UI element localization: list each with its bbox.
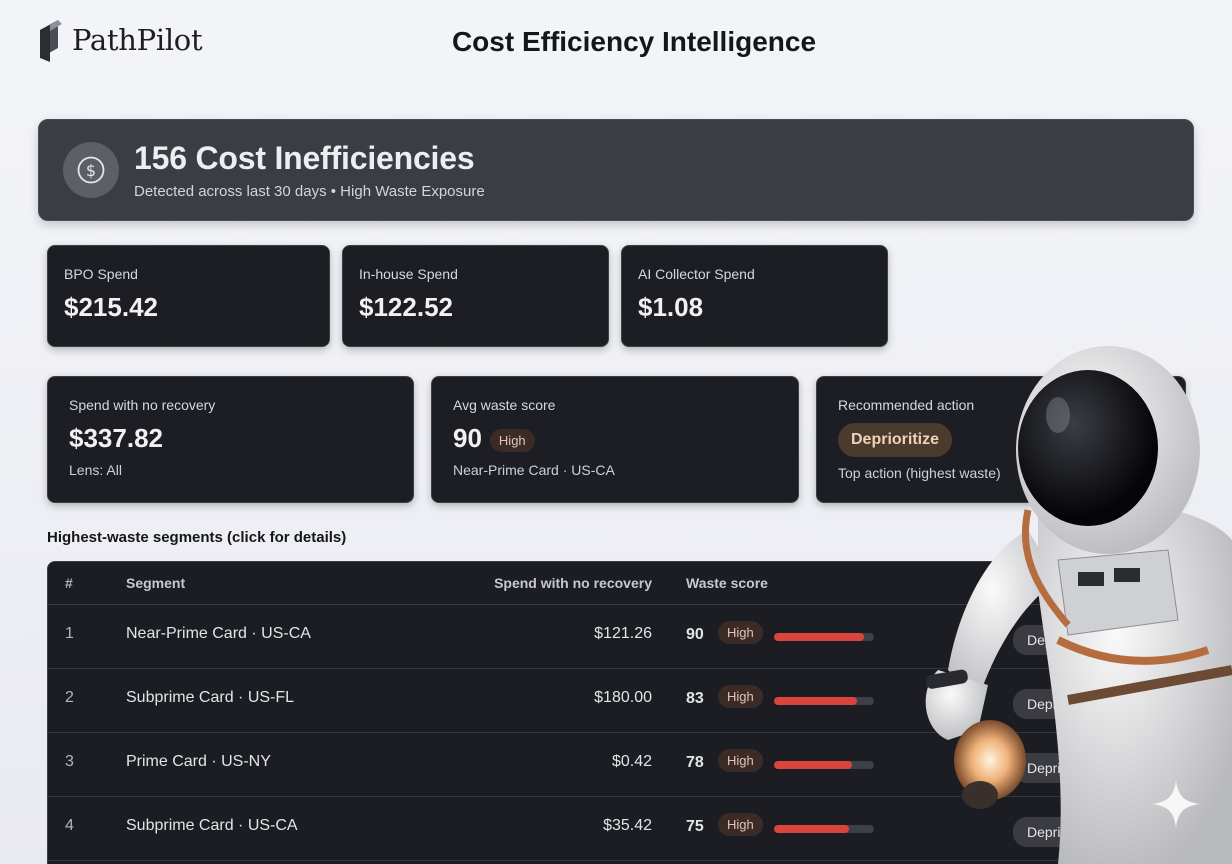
bpo-spend-card[interactable]: BPO Spend $215.42 [47, 245, 330, 347]
sparkle-icon [1152, 780, 1200, 828]
col-header-num[interactable]: # [65, 575, 73, 591]
ai-collector-spend-card[interactable]: AI Collector Spend $1.08 [621, 245, 888, 347]
card-label: Spend with no recovery [69, 397, 216, 413]
row-number: 2 [65, 689, 74, 706]
status-badge: High [718, 621, 763, 644]
waste-score-row: 90 High [453, 423, 777, 454]
waste-score-bar [774, 761, 874, 769]
card-value: $1.08 [638, 292, 704, 322]
lens-label: Lens: All [69, 462, 122, 478]
waste-score-card[interactable]: Avg waste score 90 High Near-Prime Card ·… [431, 376, 799, 503]
dollar-circle-icon: $ [63, 142, 119, 198]
segment-name: Prime Card · US-NY [126, 753, 271, 770]
waste-score-bar-fill [774, 633, 864, 641]
col-header-spend[interactable]: Spend with no recovery [494, 575, 652, 591]
col-header-segment[interactable]: Segment [126, 575, 185, 591]
svg-text:$: $ [86, 161, 96, 180]
col-header-waste-score[interactable]: Waste score [686, 575, 768, 591]
waste-score-bar-fill [774, 761, 852, 769]
waste-score: 78 [686, 754, 704, 771]
inhouse-spend-card[interactable]: In-house Spend $122.52 [342, 245, 609, 347]
segment-name: Subprime Card · US-FL [126, 689, 295, 706]
spend-value: $35.42 [603, 817, 652, 834]
card-value: 90 [453, 423, 482, 453]
waste-score-bar [774, 697, 874, 705]
waste-score-bar-fill [774, 825, 849, 833]
spend-value: $121.26 [594, 625, 652, 642]
card-label: Avg waste score [453, 397, 556, 413]
card-label: BPO Spend [64, 266, 138, 282]
card-label: In-house Spend [359, 266, 458, 282]
segment-name: Near-Prime Card · US-CA [126, 625, 311, 642]
waste-score: 75 [686, 818, 704, 835]
waste-score-bar-fill [774, 697, 857, 705]
spend-value: $0.42 [611, 753, 652, 770]
status-badge: High [718, 749, 763, 772]
spend-value: $180.00 [594, 689, 652, 706]
segment-label: Near-Prime Card · US-CA [453, 462, 615, 478]
banner-title: 156 Cost Inefficiencies [134, 140, 475, 176]
segments-title: Highest-waste segments (click for detail… [47, 529, 347, 546]
status-badge: High [489, 428, 535, 452]
waste-score-bar [774, 825, 874, 833]
waste-score: 83 [686, 690, 704, 707]
row-number: 3 [65, 753, 74, 770]
waste-score: 90 [686, 626, 704, 643]
card-value: $215.42 [64, 292, 158, 322]
row-number: 4 [65, 817, 74, 834]
segment-name: Subprime Card · US-CA [126, 817, 298, 834]
banner-subtitle: Detected across last 30 days • High Wast… [134, 183, 485, 200]
status-badge: High [718, 813, 763, 836]
status-badge: High [718, 685, 763, 708]
row-number: 1 [65, 625, 74, 642]
inefficiency-banner: $ 156 Cost Inefficiencies Detected acros… [38, 119, 1194, 221]
card-value: $122.52 [359, 292, 453, 322]
card-label: AI Collector Spend [638, 266, 755, 282]
no-recovery-card[interactable]: Spend with no recovery $337.82 Lens: All [47, 376, 414, 503]
waste-score-bar [774, 633, 874, 641]
card-value: $337.82 [69, 423, 163, 453]
page-title: Cost Efficiency Intelligence [451, 26, 817, 57]
